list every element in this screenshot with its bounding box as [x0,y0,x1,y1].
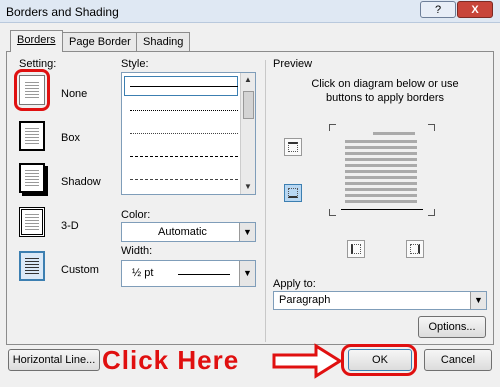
preview-label: Preview [273,58,313,70]
scroll-down-arrow-icon[interactable]: ▼ [241,180,255,194]
chevron-down-icon[interactable]: ▼ [470,292,486,309]
scroll-up-arrow-icon[interactable]: ▲ [241,73,255,87]
setting-box-label: Box [61,132,80,144]
setting-box-icon[interactable] [19,121,45,151]
tab-shading[interactable]: Shading [136,32,191,51]
options-button[interactable]: Options... [418,316,486,338]
style-solid-line[interactable] [130,86,238,87]
width-combo[interactable]: ½ pt ▼ [121,260,256,287]
color-value: Automatic [158,226,207,238]
style-fine-dotted-line[interactable] [130,133,238,134]
setting-none-icon[interactable] [19,75,45,105]
width-label: Width: [121,245,153,257]
setting-shadow-label: Shadow [61,176,101,188]
arrow-right-icon [272,343,343,379]
preview-instructions: Click on diagram below or use buttons to… [311,78,459,104]
style-list[interactable]: ▲ ▼ [121,72,256,195]
preview-diagram[interactable] [329,124,435,216]
scroll-thumb[interactable] [243,91,254,119]
cancel-button[interactable]: Cancel [424,349,492,371]
style-dashed-line[interactable] [130,156,238,157]
click-here-annotation: Click Here [102,345,240,375]
preview-bottom-border [341,209,423,210]
close-button[interactable]: X [457,1,493,18]
tab-page-border[interactable]: Page Border [62,32,138,51]
left-border-icon[interactable] [347,240,365,258]
apply-to-label: Apply to: [273,278,316,290]
style-label: Style: [121,58,149,70]
style-scrollbar[interactable]: ▲ ▼ [240,73,255,194]
right-border-icon[interactable] [406,240,424,258]
tab-borders[interactable]: Borders [10,30,63,52]
color-label: Color: [121,209,151,221]
top-border-icon[interactable] [284,138,302,156]
style-dotted-line[interactable] [130,110,238,111]
setting-custom-label: Custom [61,264,99,276]
horizontal-line-button[interactable]: Horizontal Line... [8,349,100,371]
setting-3d-icon[interactable] [19,207,45,237]
setting-custom-icon[interactable] [19,251,45,281]
borders-panel: Setting: None Box Shadow 3-D Custom Styl… [6,51,494,345]
preview-text-lines [345,140,417,204]
apply-to-value: Paragraph [279,294,331,306]
width-value: ½ pt [132,267,154,279]
ok-button[interactable]: OK [348,349,412,371]
setting-none-label: None [61,88,88,100]
setting-shadow-icon[interactable] [19,163,45,193]
style-long-dashed-line[interactable] [130,179,238,180]
chevron-down-icon[interactable]: ▼ [239,261,255,286]
preview-group [265,60,266,342]
help-button[interactable]: ? [420,1,456,18]
color-combo[interactable]: Automatic ▼ [121,222,256,242]
setting-3d-label: 3-D [61,220,79,232]
window-title: Borders and Shading [6,5,119,19]
chevron-down-icon[interactable]: ▼ [239,223,255,241]
apply-to-combo[interactable]: Paragraph ▼ [273,291,487,310]
inside-horizontal-border-icon[interactable] [284,184,302,202]
width-line-sample [178,274,230,275]
title-bar: Borders and Shading ? X [0,0,500,23]
